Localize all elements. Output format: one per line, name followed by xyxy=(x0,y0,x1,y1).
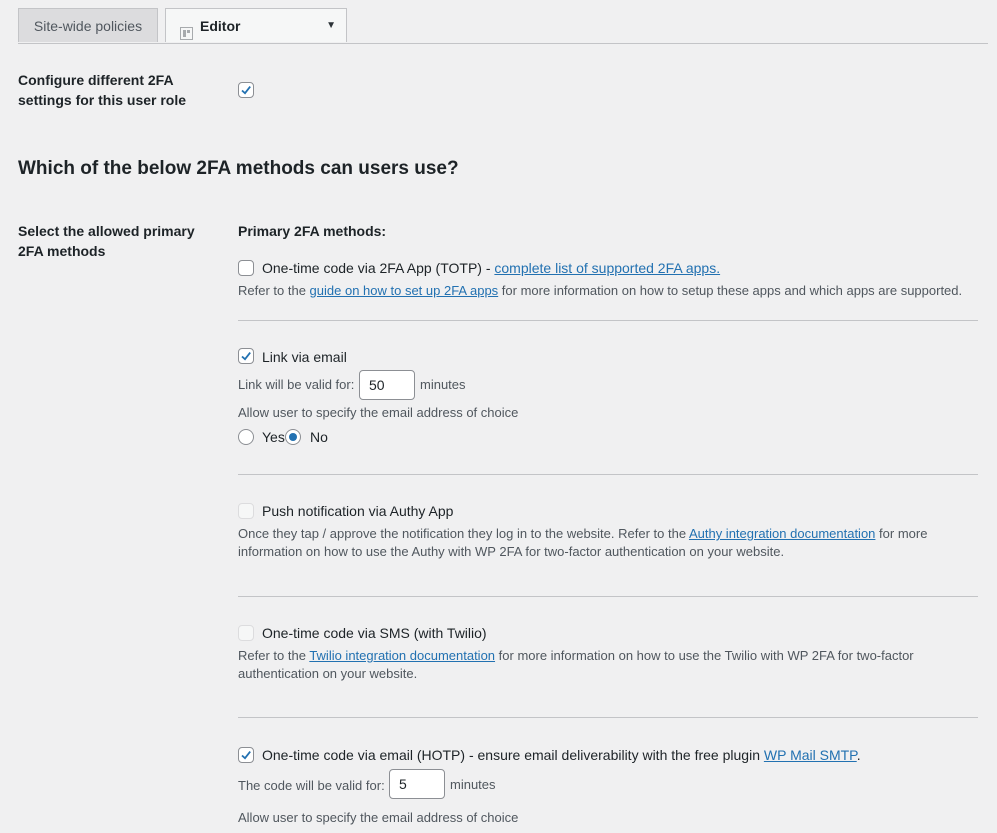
email-link-valid-input[interactable]: 50 xyxy=(359,370,415,400)
hotp-valid-input[interactable]: 5 xyxy=(389,769,445,799)
divider xyxy=(238,596,978,597)
hotp-label: One-time code via email (HOTP) - ensure … xyxy=(262,747,861,763)
allow-email-yes-radio[interactable] xyxy=(238,429,254,445)
email-link-checkbox[interactable] xyxy=(238,348,254,364)
email-link-label: Link via email xyxy=(262,349,347,365)
totp-description: Refer to the guide on how to set up 2FA … xyxy=(238,283,963,298)
hotp-allow-label: Allow user to specify the email address … xyxy=(238,810,519,825)
email-link-valid-label: Link will be valid for: xyxy=(238,377,355,392)
tab-bar: Site-wide policies Editor ▼ xyxy=(18,0,988,44)
email-link-allow-label: Allow user to specify the email address … xyxy=(238,405,519,420)
chevron-down-icon: ▼ xyxy=(326,20,336,31)
divider xyxy=(238,474,978,475)
divider xyxy=(238,717,978,718)
user-role-icon xyxy=(180,18,193,40)
email-link-unit: minutes xyxy=(420,377,466,392)
role-settings-checkbox[interactable] xyxy=(238,82,254,98)
section-title: Which of the below 2FA methods can users… xyxy=(18,158,459,179)
supported-apps-link[interactable]: complete list of supported 2FA apps. xyxy=(494,260,720,276)
role-settings-label: Configure different 2FA settings for thi… xyxy=(18,72,187,108)
checkmark-icon xyxy=(241,86,251,95)
tab-site-wide-policies[interactable]: Site-wide policies xyxy=(18,8,158,42)
authy-description: Once they tap / approve the notification… xyxy=(238,526,928,559)
setup-guide-link[interactable]: guide on how to set up 2FA apps xyxy=(310,283,499,298)
sms-description: Refer to the Twilio integration document… xyxy=(238,648,914,681)
checkmark-icon xyxy=(241,352,251,361)
checkmark-icon xyxy=(241,751,251,760)
role-select-dropdown[interactable]: Editor ▼ xyxy=(165,8,347,42)
wp-mail-smtp-link[interactable]: WP Mail SMTP xyxy=(764,747,857,763)
allow-email-no-label: No xyxy=(310,429,328,445)
hotp-valid-label: The code will be valid for: xyxy=(238,778,385,793)
primary-methods-heading: Primary 2FA methods: xyxy=(238,223,387,239)
authy-checkbox[interactable] xyxy=(238,503,254,519)
authy-docs-link[interactable]: Authy integration documentation xyxy=(689,526,875,541)
hotp-unit: minutes xyxy=(450,777,496,792)
totp-checkbox[interactable] xyxy=(238,260,254,276)
sms-label: One-time code via SMS (with Twilio) xyxy=(262,625,487,641)
divider xyxy=(238,320,978,321)
sms-checkbox[interactable] xyxy=(238,625,254,641)
role-select-value: Editor xyxy=(200,18,241,34)
hotp-checkbox[interactable] xyxy=(238,747,254,763)
twilio-docs-link[interactable]: Twilio integration documentation xyxy=(309,648,495,663)
totp-label: One-time code via 2FA App (TOTP) - compl… xyxy=(262,260,721,276)
methods-label: Select the allowed primary 2FA methods xyxy=(18,223,195,259)
allow-email-yes-label: Yes xyxy=(262,429,285,445)
authy-label: Push notification via Authy App xyxy=(262,503,454,519)
allow-email-no-radio[interactable] xyxy=(285,429,301,445)
